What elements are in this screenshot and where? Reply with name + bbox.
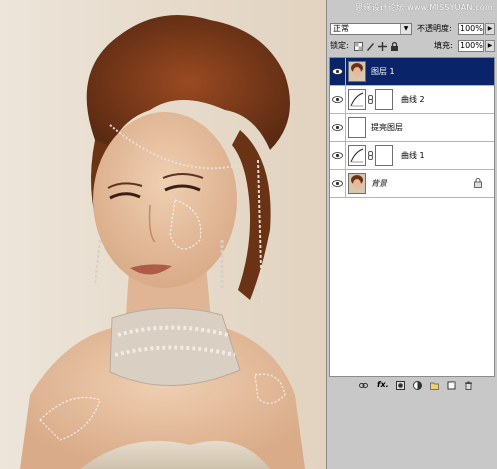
layer-name: 曲线 2 xyxy=(401,95,425,104)
row-divider xyxy=(345,142,346,169)
eye-icon[interactable] xyxy=(332,150,343,161)
layer-row[interactable]: 图层 1 xyxy=(330,58,494,86)
row-divider xyxy=(345,170,346,197)
opacity-label: 不透明度: xyxy=(417,24,452,33)
lock-position-icon[interactable] xyxy=(378,42,387,51)
link-icon[interactable] xyxy=(368,95,373,104)
lock-all-icon[interactable] xyxy=(390,42,399,51)
layer-thumbnail xyxy=(348,173,366,194)
lock-pixels-icon[interactable] xyxy=(366,42,375,51)
layers-bottom-toolbar: fx. xyxy=(329,379,495,392)
row-divider xyxy=(345,114,346,141)
blend-row: 正常 ▼ 不透明度: 100% ▶ xyxy=(330,23,496,37)
watermark-text: 思缘设计论坛 www.MISSYUAN.com xyxy=(355,3,493,12)
adjustment-icon[interactable] xyxy=(413,381,422,390)
layer-name: 提亮图层 xyxy=(371,123,403,132)
opacity-input[interactable]: 100% xyxy=(458,23,484,35)
curves-adjustment-icon xyxy=(348,89,366,110)
layer-row[interactable]: 背景 xyxy=(330,170,494,198)
layers-list: 图层 1 曲线 2 提亮图层 曲线 1 背景 xyxy=(329,57,495,377)
layers-panel: 思缘设计论坛 www.MISSYUAN.com 正常 ▼ 不透明度: 100% … xyxy=(326,0,497,469)
chevron-down-icon: ▼ xyxy=(400,24,411,34)
link-icon[interactable] xyxy=(359,381,368,390)
folder-icon[interactable] xyxy=(430,381,439,390)
mask-icon[interactable] xyxy=(396,381,405,390)
layer-name: 图层 1 xyxy=(371,67,395,76)
row-divider xyxy=(345,86,346,113)
eye-icon[interactable] xyxy=(332,94,343,105)
layer-mask-thumbnail[interactable] xyxy=(375,89,393,110)
row-divider xyxy=(345,58,346,85)
opacity-slider-button[interactable]: ▶ xyxy=(485,23,495,35)
eye-icon[interactable] xyxy=(332,178,343,189)
layer-name: 曲线 1 xyxy=(401,151,425,160)
eye-icon[interactable] xyxy=(332,122,343,133)
lock-label: 锁定: xyxy=(330,41,349,50)
blend-mode-select[interactable]: 正常 ▼ xyxy=(330,23,412,35)
blend-mode-value: 正常 xyxy=(333,24,349,33)
layer-row[interactable]: 曲线 1 xyxy=(330,142,494,170)
new-layer-icon[interactable] xyxy=(447,381,456,390)
layer-mask-thumbnail[interactable] xyxy=(375,145,393,166)
portrait-photo xyxy=(20,15,305,469)
fill-slider-button[interactable]: ▶ xyxy=(485,40,495,52)
link-icon[interactable] xyxy=(368,151,373,160)
lock-row: 锁定: 填充: 100% ▶ xyxy=(330,40,496,54)
layer-thumbnail xyxy=(348,61,366,82)
document-canvas[interactable] xyxy=(0,0,326,469)
lock-icon xyxy=(474,178,482,188)
layer-thumbnail xyxy=(348,117,366,138)
fx-icon[interactable]: fx. xyxy=(377,380,389,389)
layer-row[interactable]: 曲线 2 xyxy=(330,86,494,114)
eye-icon[interactable] xyxy=(332,66,343,77)
curves-adjustment-icon xyxy=(348,145,366,166)
layer-name: 背景 xyxy=(371,179,387,188)
trash-icon[interactable] xyxy=(464,381,473,390)
fill-label: 填充: xyxy=(434,41,453,50)
layer-row[interactable]: 提亮图层 xyxy=(330,114,494,142)
lock-transparency-icon[interactable] xyxy=(354,42,363,51)
fill-input[interactable]: 100% xyxy=(458,40,484,52)
panel-empty-area xyxy=(327,394,497,469)
